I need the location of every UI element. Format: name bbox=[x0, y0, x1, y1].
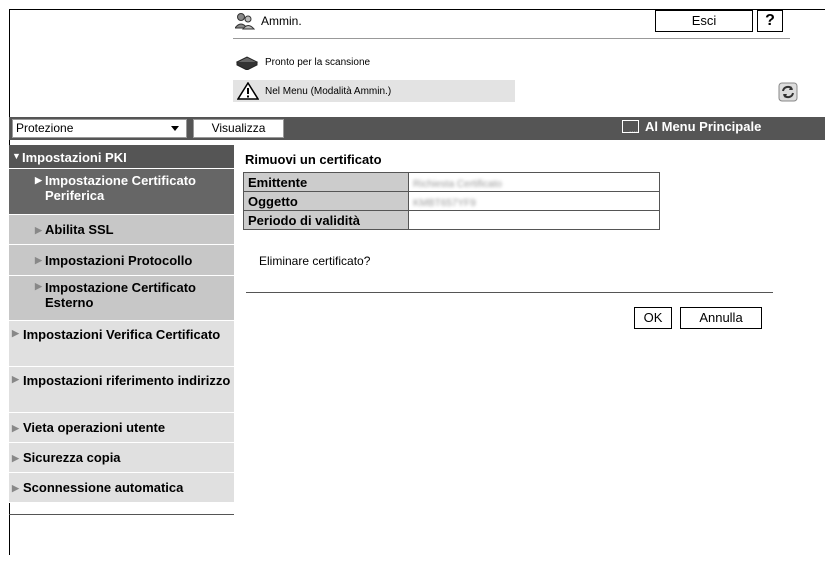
cancel-button[interactable]: Annulla bbox=[680, 307, 762, 329]
category-select[interactable]: Protezione bbox=[12, 119, 187, 138]
table-row: Periodo di validità bbox=[243, 210, 660, 230]
ok-button[interactable]: OK bbox=[634, 307, 672, 329]
sidebar-item-copy-security[interactable]: ▶ Sicurezza copia bbox=[9, 443, 234, 473]
confirm-question: Eliminare certificato? bbox=[259, 254, 371, 268]
view-button[interactable]: Visualizza bbox=[193, 119, 284, 138]
sidebar: ▼ Impostazioni PKI ▶ Impostazione Certif… bbox=[9, 145, 234, 503]
sidebar-item-label: Sicurezza copia bbox=[23, 450, 121, 465]
status-mode-text: Nel Menu (Modalità Ammin.) bbox=[265, 85, 392, 97]
triangle-right-icon: ▶ bbox=[35, 175, 42, 185]
sidebar-item-external-certificate[interactable]: ▶ Impostazione Certificato Esterno bbox=[9, 276, 234, 321]
sidebar-item-label: Impostazioni Verifica Certificato bbox=[23, 327, 221, 342]
issuer-label: Emittente bbox=[243, 172, 409, 192]
subject-value: KMBT657YF9 bbox=[408, 191, 660, 211]
sidebar-item-user-restrictions[interactable]: ▶ Vieta operazioni utente bbox=[9, 413, 234, 443]
user-name: Ammin. bbox=[261, 14, 302, 28]
sidebar-item-label: Impostazioni riferimento indirizzo bbox=[23, 373, 231, 388]
menu-icon bbox=[622, 120, 639, 135]
sidebar-item-label: Impostazioni PKI bbox=[22, 150, 127, 165]
issuer-value-text: Richiesta Certificato bbox=[413, 178, 502, 190]
content-divider bbox=[246, 292, 773, 293]
status-ready-text: Pronto per la scansione bbox=[265, 56, 371, 68]
triangle-down-icon: ▼ bbox=[12, 151, 21, 161]
triangle-right-icon: ▶ bbox=[12, 453, 19, 463]
triangle-right-icon: ▶ bbox=[12, 483, 19, 493]
triangle-right-icon: ▶ bbox=[12, 374, 19, 384]
main-menu-label: Al Menu Principale bbox=[645, 119, 762, 134]
sidebar-item-label: Impostazione Certificato Esterno bbox=[45, 280, 196, 310]
sidebar-item-label: Vieta operazioni utente bbox=[23, 420, 166, 435]
triangle-right-icon: ▶ bbox=[12, 328, 19, 338]
header-divider bbox=[233, 38, 790, 39]
triangle-right-icon: ▶ bbox=[12, 423, 19, 433]
chevron-down-icon bbox=[171, 126, 179, 131]
sidebar-item-label: Sconnessione automatica bbox=[23, 480, 184, 495]
logout-button[interactable]: Esci bbox=[655, 10, 753, 32]
category-select-value: Protezione bbox=[16, 121, 74, 135]
triangle-right-icon: ▶ bbox=[35, 255, 42, 265]
status-mode: Nel Menu (Modalità Ammin.) bbox=[233, 80, 515, 102]
help-button[interactable]: ? bbox=[757, 10, 783, 32]
sidebar-item-label: Impostazione Certificato Periferica bbox=[45, 173, 196, 203]
sidebar-item-device-certificate[interactable]: ▶ Impostazione Certificato Periferica bbox=[9, 169, 234, 215]
sidebar-item-address-reference[interactable]: ▶ Impostazioni riferimento indirizzo bbox=[9, 367, 234, 413]
sidebar-item-auto-logout[interactable]: ▶ Sconnessione automatica bbox=[9, 473, 234, 503]
table-row: Emittente Richiesta Certificato bbox=[243, 172, 660, 192]
subject-value-text: KMBT657YF9 bbox=[413, 197, 476, 209]
main-menu-link[interactable]: Al Menu Principale bbox=[622, 119, 762, 135]
sidebar-item-label: Impostazioni Protocollo bbox=[45, 253, 193, 268]
sidebar-item-ssl[interactable]: ▶ Abilita SSL bbox=[9, 215, 234, 245]
sidebar-item-pki[interactable]: ▼ Impostazioni PKI bbox=[9, 145, 234, 169]
triangle-right-icon: ▶ bbox=[35, 225, 42, 235]
certificate-table: Emittente Richiesta Certificato Oggetto … bbox=[243, 172, 660, 230]
triangle-right-icon: ▶ bbox=[35, 281, 42, 291]
admin-users-icon bbox=[235, 13, 255, 30]
validity-label: Periodo di validità bbox=[243, 210, 409, 230]
validity-value bbox=[408, 210, 660, 230]
warning-icon bbox=[237, 82, 259, 100]
sidebar-item-label: Abilita SSL bbox=[45, 222, 114, 237]
refresh-icon[interactable] bbox=[778, 82, 798, 102]
sidebar-item-certificate-verification[interactable]: ▶ Impostazioni Verifica Certificato bbox=[9, 321, 234, 367]
status-ready: Pronto per la scansione bbox=[235, 54, 370, 70]
user-indicator: Ammin. bbox=[235, 12, 302, 30]
sidebar-divider bbox=[9, 514, 234, 515]
table-row: Oggetto KMBT657YF9 bbox=[243, 191, 660, 211]
subject-label: Oggetto bbox=[243, 191, 409, 211]
issuer-value: Richiesta Certificato bbox=[408, 172, 660, 192]
scanner-icon bbox=[235, 56, 259, 70]
sidebar-item-protocol[interactable]: ▶ Impostazioni Protocollo bbox=[9, 245, 234, 276]
page-title: Rimuovi un certificato bbox=[245, 152, 382, 167]
